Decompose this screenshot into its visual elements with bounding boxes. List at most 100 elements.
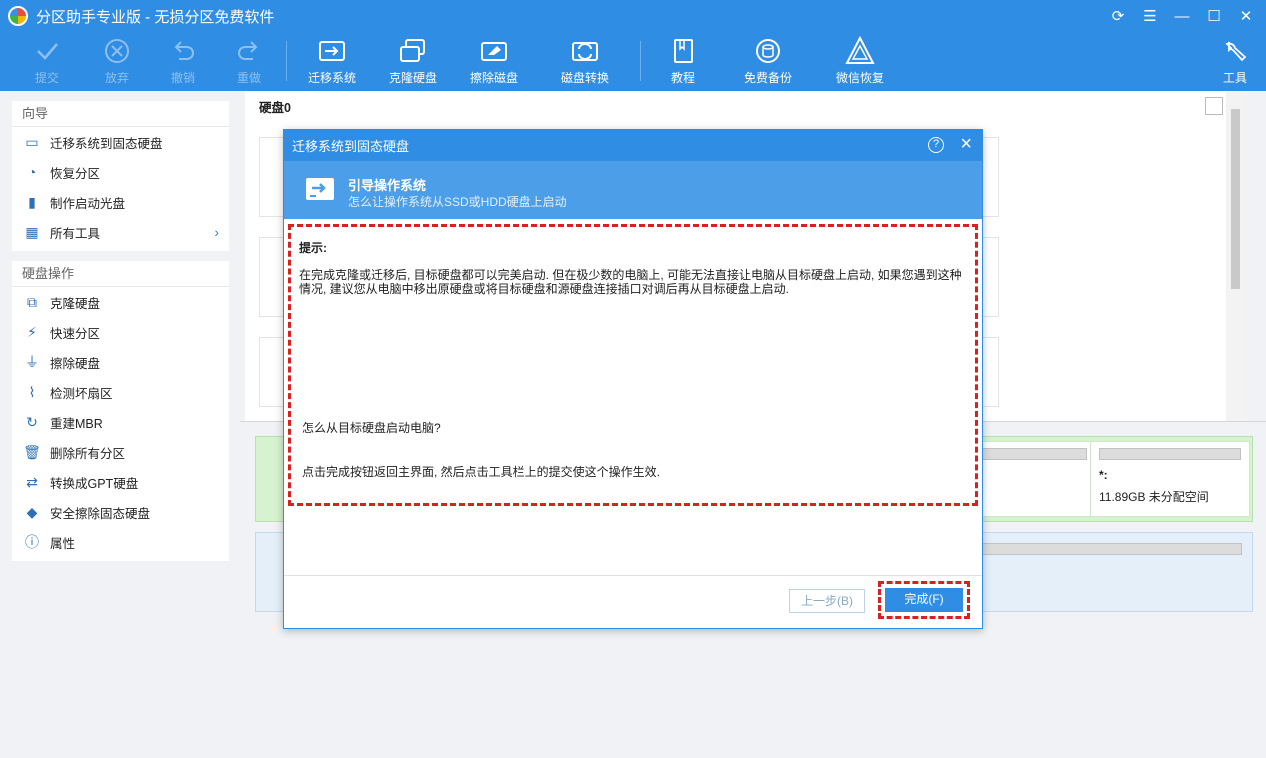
sidebar-item-label: 检测坏扇区 xyxy=(50,386,113,401)
partition-block-unallocated[interactable]: *: 11.89GB 未分配空间 xyxy=(1090,441,1250,517)
partition-letter: *: xyxy=(1099,468,1108,482)
wipe-disk-button[interactable]: 擦除磁盘 xyxy=(459,35,529,86)
sidebar-item-label: 擦除硬盘 xyxy=(50,356,101,371)
sidebar-item-label: 属性 xyxy=(50,536,76,551)
view-toggle-icon[interactable] xyxy=(1205,97,1223,115)
sidebar-item-migrate-os[interactable]: ▭ 迁移系统到固态硬盘 xyxy=(12,127,229,157)
backup-icon xyxy=(733,35,803,67)
dialog-title-bar: 迁移系统到固态硬盘 ? × xyxy=(284,130,982,161)
sidebar: 向导 ▭ 迁移系统到固态硬盘 ◔ 恢复分区 ▮ 制作启动光盘 ▦ 所有工具 › … xyxy=(0,91,240,758)
boot-answer: 点击完成按钮返回主界面, 然后点击工具栏上的提交使这个操作生效. xyxy=(302,465,661,479)
chevron-right-icon: › xyxy=(214,224,219,240)
vertical-scrollbar[interactable] xyxy=(1226,91,1245,421)
sidebar-item-label: 重建MBR xyxy=(50,416,103,431)
usb-icon: ▮ xyxy=(28,193,36,210)
disk-migrate-icon xyxy=(304,175,336,206)
wipe-disk-icon xyxy=(459,35,529,67)
redo-button[interactable]: 重做 xyxy=(214,35,284,86)
sidebar-item-wipe-disk[interactable]: ⏚ 擦除硬盘 xyxy=(12,347,229,377)
clone-icon: ⧉ xyxy=(27,293,37,310)
wechat-recovery-label: 微信恢复 xyxy=(835,71,884,85)
sidebar-item-convert-gpt[interactable]: ⇄ 转换成GPT硬盘 xyxy=(12,467,229,497)
commit-label: 提交 xyxy=(34,71,59,85)
commit-button[interactable]: 提交 xyxy=(12,35,82,86)
sidebar-item-clone-disk[interactable]: ⧉ 克隆硬盘 xyxy=(12,287,229,317)
discard-label: 放弃 xyxy=(104,71,129,85)
sidebar-item-boot-disk[interactable]: ▮ 制作启动光盘 xyxy=(12,187,229,217)
finish-button[interactable]: 完成(F) xyxy=(885,588,963,612)
disk-ops-title: 硬盘操作 xyxy=(12,261,229,287)
scrollbar-thumb[interactable] xyxy=(1231,109,1240,289)
migrate-os-label: 迁移系统 xyxy=(307,71,356,85)
clone-disk-button[interactable]: 克隆硬盘 xyxy=(378,35,448,86)
sidebar-item-quick-partition[interactable]: ⚡ 快速分区 xyxy=(12,317,229,347)
sidebar-item-label: 转换成GPT硬盘 xyxy=(50,476,139,491)
convert-icon: ⇄ xyxy=(26,473,38,490)
info-icon: ⓘ xyxy=(25,534,39,550)
free-backup-button[interactable]: 免费备份 xyxy=(733,35,803,86)
tip-title: 提示: xyxy=(299,241,327,255)
wechat-recovery-button[interactable]: 微信恢复 xyxy=(825,35,895,86)
tip-text: 在完成克隆或迁移后, 目标硬盘都可以完美启动. 但在极少数的电脑上, 可能无法直… xyxy=(299,268,962,296)
dialog-footer-divider xyxy=(284,575,982,576)
sidebar-item-recover-partition[interactable]: ◔ 恢复分区 xyxy=(12,157,229,187)
sidebar-item-label: 删除所有分区 xyxy=(50,446,126,461)
disk-label: 硬盘0 xyxy=(259,101,291,115)
sidebar-item-properties[interactable]: ⓘ 属性 xyxy=(12,527,229,557)
sidebar-item-label: 迁移系统到固态硬盘 xyxy=(50,136,163,151)
redo-icon xyxy=(214,35,284,67)
maximize-icon[interactable]: ☐ xyxy=(1202,4,1226,28)
sidebar-item-label: 克隆硬盘 xyxy=(50,296,101,311)
dialog-title: 迁移系统到固态硬盘 xyxy=(292,139,410,154)
dialog-content-highlight: 提示: 在完成克隆或迁移后, 目标硬盘都可以完美启动. 但在极少数的电脑上, 可… xyxy=(288,224,978,506)
minimize-icon[interactable]: — xyxy=(1170,4,1194,28)
toolbar-divider xyxy=(640,41,641,81)
toolbar-divider xyxy=(286,41,287,81)
discard-button[interactable]: 放弃 xyxy=(82,35,152,86)
disk-ops-card: 硬盘操作 ⧉ 克隆硬盘 ⚡ 快速分区 ⏚ 擦除硬盘 ⌇ 检测坏扇区 ↻ 重建MB… xyxy=(12,261,229,561)
sidebar-item-label: 安全擦除固态硬盘 xyxy=(50,506,151,521)
migrate-os-button[interactable]: 迁移系统 xyxy=(297,35,367,86)
finish-button-highlight: 完成(F) xyxy=(878,581,970,619)
scan-icon: ⌇ xyxy=(28,383,36,400)
wrench-icon xyxy=(1200,35,1266,67)
grid-icon: ▦ xyxy=(25,223,39,240)
recovery-icon xyxy=(825,35,895,67)
undo-label: 撤销 xyxy=(170,71,195,85)
migrate-os-dialog: 迁移系统到固态硬盘 ? × 引导操作系统 怎么让操作系统从SSD或HDD硬盘上启… xyxy=(283,129,983,629)
help-icon[interactable]: ? xyxy=(928,137,944,153)
rebuild-icon: ↻ xyxy=(26,413,38,430)
disk-convert-label: 磁盘转换 xyxy=(560,71,609,85)
undo-button[interactable]: 撤销 xyxy=(148,35,218,86)
redo-label: 重做 xyxy=(236,71,261,85)
sidebar-item-secure-erase[interactable]: ◆ 安全擦除固态硬盘 xyxy=(12,497,229,527)
cancel-circle-icon xyxy=(82,35,152,67)
lightning-icon: ⚡ xyxy=(27,323,37,340)
pie-icon: ◔ xyxy=(27,164,37,180)
sidebar-item-delete-all[interactable]: 🗑 删除所有分区 xyxy=(12,437,229,467)
sidebar-item-all-tools[interactable]: ▦ 所有工具 › xyxy=(12,217,229,247)
partition-size: 11.89GB 未分配空间 xyxy=(1099,490,1209,504)
dialog-header-title: 引导操作系统 xyxy=(348,178,427,193)
wizard-card: 向导 ▭ 迁移系统到固态硬盘 ◔ 恢复分区 ▮ 制作启动光盘 ▦ 所有工具 › xyxy=(12,101,229,251)
close-icon[interactable]: × xyxy=(960,133,972,156)
tutorial-label: 教程 xyxy=(670,71,695,85)
window-title: 分区助手专业版 - 无损分区免费软件 xyxy=(36,8,275,26)
tutorial-button[interactable]: 教程 xyxy=(648,35,718,86)
dialog-header-subtitle: 怎么让操作系统从SSD或HDD硬盘上启动 xyxy=(348,195,567,209)
disk-convert-button[interactable]: 磁盘转换 xyxy=(550,35,620,86)
toolbar: 提交 放弃 撤销 重做 迁移系统 克隆硬盘 擦除磁盘 磁盘转换 教程 免费备份 … xyxy=(0,35,1266,87)
close-icon[interactable]: ✕ xyxy=(1234,4,1258,28)
dialog-header: 引导操作系统 怎么让操作系统从SSD或HDD硬盘上启动 xyxy=(284,161,982,219)
refresh-icon[interactable]: ⟳ xyxy=(1106,4,1130,28)
tools-button[interactable]: 工具 xyxy=(1200,35,1266,86)
sidebar-item-bad-sector[interactable]: ⌇ 检测坏扇区 xyxy=(12,377,229,407)
tools-label: 工具 xyxy=(1222,71,1247,85)
sidebar-item-label: 恢复分区 xyxy=(50,166,101,181)
sidebar-item-label: 所有工具 xyxy=(50,226,101,241)
menu-icon[interactable]: ☰ xyxy=(1138,4,1162,28)
sidebar-item-label: 快速分区 xyxy=(50,326,101,341)
top-bar: 分区助手专业版 - 无损分区免费软件 ⟳ ☰ — ☐ ✕ 提交 放弃 撤销 重做… xyxy=(0,0,1266,91)
prev-button[interactable]: 上一步(B) xyxy=(789,589,865,613)
sidebar-item-rebuild-mbr[interactable]: ↻ 重建MBR xyxy=(12,407,229,437)
